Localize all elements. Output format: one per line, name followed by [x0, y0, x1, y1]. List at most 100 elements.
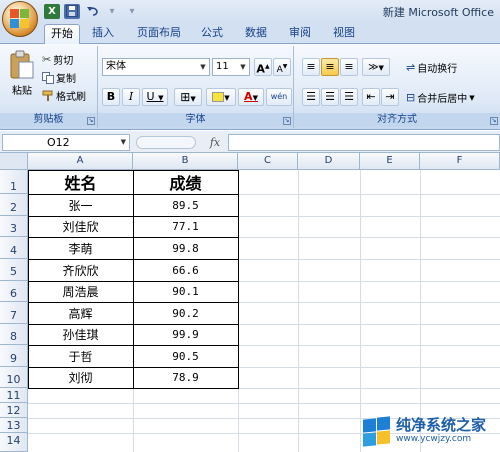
column-header-b[interactable]: B: [133, 153, 238, 170]
borders-button[interactable]: ⊞▼: [174, 88, 202, 106]
row-header-3[interactable]: 3: [0, 216, 28, 237]
office-button[interactable]: [2, 1, 38, 37]
table-cell-score[interactable]: 90.5: [133, 345, 238, 367]
table-cell-name[interactable]: 李萌: [28, 237, 133, 259]
align-middle-button[interactable]: ≡: [321, 58, 339, 76]
tab-home[interactable]: 开始: [44, 24, 80, 44]
column-header-f[interactable]: F: [420, 153, 500, 170]
phonetic-button[interactable]: wén: [266, 88, 292, 106]
underline-button[interactable]: U ▼: [142, 88, 168, 106]
table-cell-score[interactable]: 66.6: [133, 259, 238, 281]
bold-button[interactable]: B: [102, 88, 120, 106]
undo-icon[interactable]: [84, 4, 100, 19]
row-header-13[interactable]: 13: [0, 418, 28, 433]
bold-label: B: [106, 90, 116, 103]
table-cell-score[interactable]: 99.8: [133, 237, 238, 259]
table-cell-name[interactable]: 刘彻: [28, 367, 133, 388]
row-header-12[interactable]: 12: [0, 403, 28, 418]
grid-line: [360, 170, 361, 452]
grid-line: [28, 403, 500, 404]
table-cell-name[interactable]: 刘佳欣: [28, 216, 133, 237]
orientation-button[interactable]: ≫▼: [362, 58, 390, 76]
font-name-select[interactable]: 宋体 ▼: [102, 58, 210, 76]
align-right-button[interactable]: ☰: [340, 88, 358, 106]
table-cell-name[interactable]: 于哲: [28, 345, 133, 367]
align-bottom-button[interactable]: ≡: [340, 58, 358, 76]
decrease-indent-button[interactable]: ⇤: [362, 88, 380, 106]
watermark-url: www.ycwjzy.com: [396, 434, 472, 444]
customize-icon[interactable]: ▾: [124, 4, 140, 19]
row-header-4[interactable]: 4: [0, 237, 28, 259]
row-header-8[interactable]: 8: [0, 324, 28, 345]
shrink-font-button[interactable]: A▼: [273, 58, 291, 76]
table-cell-name[interactable]: 张一: [28, 194, 133, 216]
tab-page-layout[interactable]: 页面布局: [130, 24, 188, 44]
column-header-a[interactable]: A: [28, 153, 133, 170]
font-launcher-icon[interactable]: ↘: [283, 117, 291, 125]
table-cell-score[interactable]: 99.9: [133, 324, 238, 345]
header-cell-name[interactable]: 姓名: [28, 171, 133, 194]
save-icon[interactable]: [64, 3, 80, 19]
insert-function-button[interactable]: fx: [206, 134, 224, 151]
column-header-d[interactable]: D: [298, 153, 360, 170]
align-right-icon: ☰: [344, 90, 354, 103]
copy-button[interactable]: 复制: [42, 70, 76, 85]
row-header-10[interactable]: 10: [0, 367, 28, 388]
align-left-button[interactable]: ☰: [302, 88, 320, 106]
align-top-button[interactable]: ≡: [302, 58, 320, 76]
excel-icon[interactable]: X: [44, 3, 60, 19]
table-cell-score[interactable]: 90.2: [133, 302, 238, 324]
table-cell-score[interactable]: 78.9: [133, 367, 238, 388]
tab-formulas[interactable]: 公式: [196, 24, 228, 44]
increase-indent-button[interactable]: ⇥: [381, 88, 399, 106]
name-box-value: O12: [47, 136, 70, 149]
row-header-11[interactable]: 11: [0, 388, 28, 403]
align-center-button[interactable]: ☰: [321, 88, 339, 106]
grow-font-button[interactable]: A▲: [254, 58, 272, 76]
worksheet-grid[interactable]: A B C D E F 1 2 3 4 5 6 7 8 9 10 11 12 1…: [0, 153, 500, 452]
wrap-text-button[interactable]: ⇌ 自动换行: [406, 60, 457, 75]
formula-input[interactable]: [228, 134, 500, 151]
grid-line: [28, 388, 500, 389]
tab-data[interactable]: 数据: [240, 24, 272, 44]
table-cell-name[interactable]: 周浩晨: [28, 281, 133, 302]
tab-insert[interactable]: 插入: [86, 24, 120, 44]
grid-line: [298, 170, 299, 452]
italic-button[interactable]: I: [122, 88, 140, 106]
row-header-1[interactable]: 1: [0, 170, 28, 194]
fill-color-button[interactable]: ▼: [206, 88, 236, 106]
table-cell-score[interactable]: 89.5: [133, 194, 238, 216]
select-all-corner[interactable]: [0, 153, 28, 170]
formula-bar-splitter[interactable]: [136, 136, 196, 149]
grid-line: [238, 281, 500, 282]
row-header-2[interactable]: 2: [0, 194, 28, 216]
redo-icon[interactable]: ▾: [104, 4, 120, 19]
row-header-7[interactable]: 7: [0, 302, 28, 324]
table-cell-score[interactable]: 90.1: [133, 281, 238, 302]
row-header-14[interactable]: 14: [0, 433, 28, 452]
header-cell-score[interactable]: 成绩: [133, 171, 238, 194]
clipboard-launcher-icon[interactable]: ↘: [87, 117, 95, 125]
name-box[interactable]: O12 ▼: [2, 134, 130, 151]
table-cell-name[interactable]: 齐欣欣: [28, 259, 133, 281]
font-size-select[interactable]: 11 ▼: [212, 58, 250, 76]
format-painter-button[interactable]: 格式刷: [42, 88, 86, 103]
cut-button[interactable]: ✂ 剪切: [42, 52, 73, 67]
table-cell-name[interactable]: 孙佳琪: [28, 324, 133, 345]
paste-button[interactable]: 粘贴: [6, 50, 38, 97]
ribbon-tabs: 开始 插入 页面布局 公式 数据 审阅 视图: [0, 22, 500, 44]
alignment-launcher-icon[interactable]: ↘: [490, 117, 498, 125]
row-header-5[interactable]: 5: [0, 259, 28, 281]
table-cell-score[interactable]: 77.1: [133, 216, 238, 237]
column-header-c[interactable]: C: [238, 153, 298, 170]
copy-icon: [42, 71, 54, 84]
column-header-e[interactable]: E: [360, 153, 420, 170]
row-header-9[interactable]: 9: [0, 345, 28, 367]
font-color-button[interactable]: A▼: [238, 88, 264, 106]
tab-review[interactable]: 审阅: [284, 24, 316, 44]
merge-center-icon: ⊟: [406, 91, 416, 104]
merge-center-button[interactable]: ⊟ 合并后居中 ▼: [406, 90, 475, 105]
row-header-6[interactable]: 6: [0, 281, 28, 302]
table-cell-name[interactable]: 高辉: [28, 302, 133, 324]
tab-view[interactable]: 视图: [328, 24, 360, 44]
